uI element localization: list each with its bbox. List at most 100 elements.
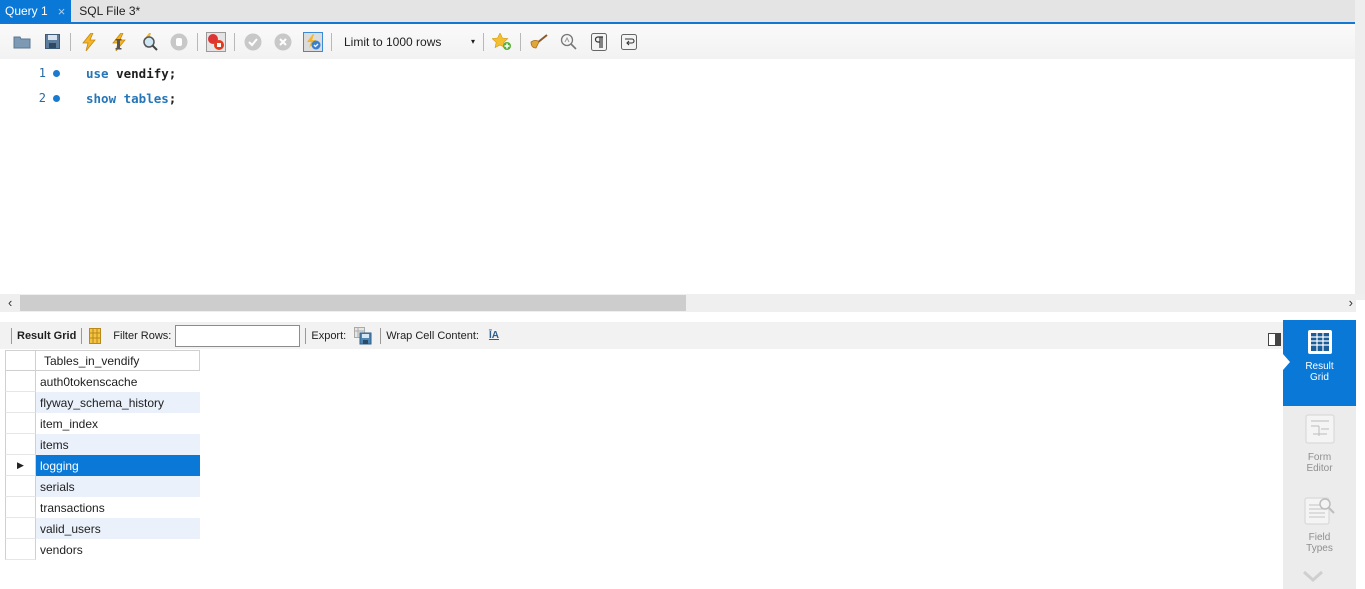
- execute-icon[interactable]: [79, 32, 99, 52]
- limit-rows-value: Limit to 1000 rows: [344, 34, 442, 49]
- dropdown-arrow-icon[interactable]: ▾: [471, 37, 475, 46]
- scroll-down-chevron-icon[interactable]: [1302, 570, 1324, 582]
- editor-line[interactable]: 2 show tables;: [0, 88, 177, 108]
- limit-rows-select[interactable]: Limit to 1000 rows ▾: [340, 32, 485, 52]
- toolbar-separator: [305, 327, 307, 344]
- grid-view-icon[interactable]: [89, 327, 102, 344]
- autocommit-toggle-icon[interactable]: [303, 31, 323, 52]
- result-grid[interactable]: Tables_in_vendify auth0tokenscache flyway…: [5, 350, 200, 560]
- editor-line[interactable]: 1 use vendify;: [0, 63, 177, 83]
- form-editor-icon: [1305, 414, 1334, 444]
- table-row[interactable]: valid_users: [5, 518, 200, 539]
- row-header[interactable]: [5, 497, 36, 518]
- vertical-scrollbar-track[interactable]: [1355, 0, 1365, 300]
- horizontal-scrollbar[interactable]: ‹ ›: [0, 294, 1365, 312]
- form-editor-view-button[interactable]: Form Editor: [1283, 414, 1356, 474]
- statement-marker-icon: [53, 69, 60, 77]
- result-side-panel: Result Grid Form Editor Field Types: [1283, 320, 1356, 589]
- current-row-marker-icon[interactable]: ▶: [5, 455, 36, 476]
- result-grid-view-button[interactable]: Result Grid: [1283, 320, 1356, 406]
- line-number: 1: [38, 66, 46, 80]
- sql-editor-toolbar: Limit to 1000 rows ▾: [0, 24, 1355, 59]
- toggle-stop-on-error-icon[interactable]: [206, 31, 226, 52]
- result-grid-label[interactable]: Result Grid: [17, 330, 76, 342]
- rollback-icon[interactable]: [273, 32, 293, 52]
- code-text: use vendify;: [86, 66, 176, 81]
- sql-editor[interactable]: 1 use vendify; 2 show tables;: [0, 59, 1355, 294]
- table-cell[interactable]: transactions: [36, 497, 200, 518]
- toolbar-separator: [11, 327, 12, 344]
- side-item-label: Field Types: [1306, 532, 1333, 554]
- table-row[interactable]: flyway_schema_history: [5, 392, 200, 413]
- table-row[interactable]: ▶ logging: [5, 455, 200, 476]
- word-wrap-icon[interactable]: [619, 32, 639, 52]
- row-header-corner[interactable]: [5, 350, 36, 371]
- table-cell[interactable]: logging: [36, 455, 200, 476]
- table-row[interactable]: auth0tokenscache: [5, 371, 200, 392]
- table-cell[interactable]: auth0tokenscache: [36, 371, 200, 392]
- table-row[interactable]: vendors: [5, 539, 200, 560]
- sql-keyword: show tables: [86, 90, 169, 106]
- row-header[interactable]: [5, 434, 36, 455]
- close-tab-icon[interactable]: ×: [58, 4, 66, 19]
- side-item-label: Form Editor: [1306, 452, 1332, 474]
- table-row[interactable]: items: [5, 434, 200, 455]
- table-cell[interactable]: serials: [36, 476, 200, 497]
- row-header[interactable]: [5, 392, 36, 413]
- label-line: Result: [1305, 361, 1334, 372]
- export-label: Export:: [311, 329, 347, 342]
- table-cell[interactable]: valid_users: [36, 518, 200, 539]
- wrap-cell-content-icon[interactable]: ĪA: [489, 330, 499, 341]
- scrollbar-thumb[interactable]: [20, 295, 686, 311]
- tab-sql-file-3[interactable]: SQL File 3*: [71, 0, 146, 22]
- row-header[interactable]: [5, 413, 36, 434]
- stop-icon[interactable]: [169, 32, 189, 52]
- row-header[interactable]: [5, 518, 36, 539]
- panel-edge: [1356, 300, 1365, 589]
- row-header[interactable]: [5, 539, 36, 560]
- invisible-characters-icon[interactable]: [589, 32, 609, 52]
- column-header[interactable]: Tables_in_vendify: [36, 350, 200, 371]
- execute-current-statement-icon[interactable]: [109, 32, 129, 52]
- label-line: Editor: [1306, 463, 1333, 474]
- beautify-icon[interactable]: [529, 32, 549, 52]
- field-types-view-button[interactable]: Field Types: [1283, 496, 1356, 554]
- table-row[interactable]: serials: [5, 476, 200, 497]
- table-cell[interactable]: vendors: [36, 539, 200, 560]
- row-header[interactable]: [5, 476, 36, 497]
- scroll-left-icon[interactable]: ‹: [8, 295, 12, 310]
- table-cell[interactable]: item_index: [36, 413, 200, 434]
- sql-identifier: vendify;: [108, 65, 177, 81]
- table-row[interactable]: transactions: [5, 497, 200, 518]
- toolbar-separator: [81, 327, 83, 344]
- add-snippet-icon[interactable]: [492, 32, 512, 52]
- toolbar-separator: [331, 32, 332, 51]
- table-cell[interactable]: flyway_schema_history: [36, 392, 200, 413]
- statement-marker-icon: [53, 94, 60, 102]
- result-grid-icon: [1307, 330, 1332, 354]
- commit-icon[interactable]: [243, 32, 263, 52]
- toolbar-separator: [234, 32, 235, 51]
- toolbar-separator: [197, 32, 198, 51]
- filter-rows-input[interactable]: [175, 324, 301, 347]
- open-folder-icon[interactable]: [12, 32, 32, 52]
- label-line: Grid: [1310, 372, 1329, 383]
- toolbar-separator: [483, 32, 484, 51]
- line-number: 2: [38, 91, 46, 105]
- field-types-icon: [1304, 497, 1335, 525]
- explain-icon[interactable]: [139, 32, 159, 52]
- export-icon[interactable]: [354, 326, 372, 345]
- wrap-cell-content-label: Wrap Cell Content:: [386, 329, 479, 342]
- table-row[interactable]: item_index: [5, 413, 200, 434]
- tab-label: SQL File 3*: [79, 4, 141, 18]
- toggle-side-panel-icon[interactable]: [1268, 333, 1281, 346]
- label-line: Form: [1307, 452, 1332, 463]
- save-icon[interactable]: [42, 32, 62, 52]
- scroll-right-icon[interactable]: ›: [1349, 295, 1353, 310]
- row-header[interactable]: [5, 371, 36, 392]
- label-line: Field: [1308, 532, 1331, 543]
- tab-label: Query 1: [5, 4, 48, 18]
- find-icon[interactable]: [559, 32, 579, 52]
- tab-query-1[interactable]: Query 1 ×: [0, 0, 72, 22]
- table-cell[interactable]: items: [36, 434, 200, 455]
